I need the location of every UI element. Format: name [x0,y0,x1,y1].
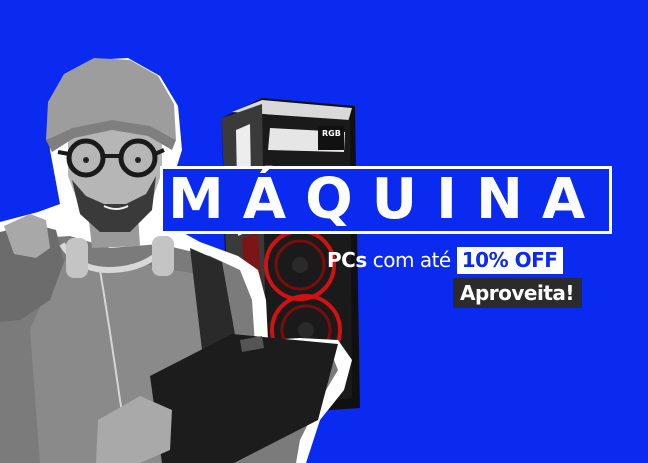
cta-button[interactable]: Aproveita! [453,278,583,308]
offer-line: PCs com até 10% OFF [327,245,564,275]
offer-text: com até [372,248,451,272]
offer-highlight: PCs [327,248,367,272]
banner-title: MÁQUINA [168,167,605,232]
promo-banner[interactable]: RGB MÁQUINA PCs com até 10% OFF Aproveit… [0,0,648,463]
discount-badge: 10% OFF [456,246,564,274]
